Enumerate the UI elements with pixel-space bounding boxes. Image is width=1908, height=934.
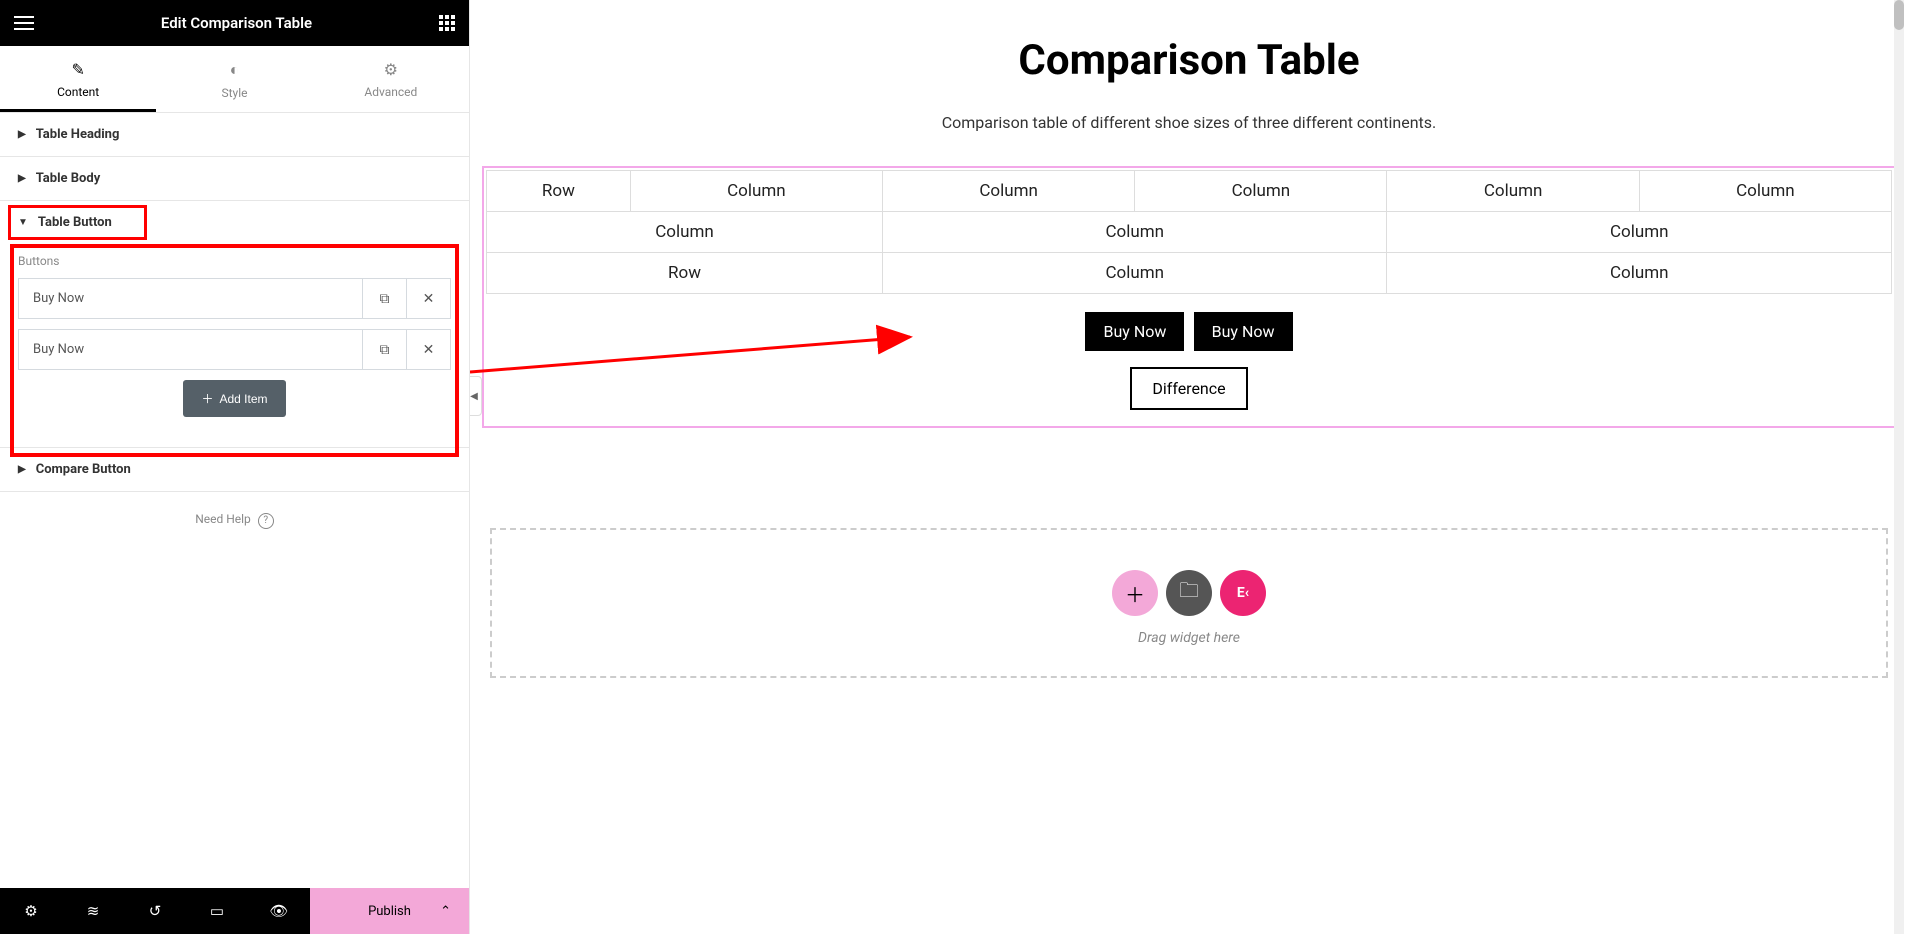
editor-canvas[interactable]: ◀ Comparison Table Comparison table of d… bbox=[470, 0, 1908, 934]
section-table-button-label: Table Button bbox=[38, 215, 112, 230]
tab-advanced[interactable]: ⚙ Advanced bbox=[313, 46, 469, 112]
collapse-sidebar-handle[interactable]: ◀ bbox=[470, 376, 482, 416]
plus-icon: ＋ bbox=[201, 390, 213, 407]
section-table-heading-label: Table Heading bbox=[36, 127, 120, 142]
scrollbar-thumb[interactable] bbox=[1894, 0, 1904, 30]
table-cell: Row bbox=[487, 171, 631, 212]
buy-button-row: Buy Now Buy Now bbox=[486, 294, 1892, 363]
caret-right-icon: ▶ bbox=[18, 464, 26, 475]
add-section-icon[interactable]: ＋ bbox=[1112, 570, 1158, 616]
responsive-icon[interactable]: ▭ bbox=[186, 902, 248, 920]
table-cell: Column bbox=[487, 212, 883, 253]
section-table-heading[interactable]: ▶ Table Heading bbox=[0, 113, 469, 156]
close-icon[interactable]: ✕ bbox=[406, 279, 450, 318]
drop-zone[interactable]: ＋ 🗀 E‹ Drag widget here bbox=[490, 528, 1888, 678]
difference-button[interactable]: Difference bbox=[1130, 367, 1247, 410]
table-cell: Column bbox=[1387, 171, 1639, 212]
sidebar-bottombar: ⚙ ≋ ↺ ▭ 👁 Publish ⌃ bbox=[0, 888, 469, 934]
table-cell: Column bbox=[883, 171, 1135, 212]
table-cell: Column bbox=[630, 171, 882, 212]
table-cell: Column bbox=[883, 253, 1387, 294]
buy-now-button[interactable]: Buy Now bbox=[1194, 312, 1293, 351]
section-table-button-body: Buttons Buy Now ⧉ ✕ Buy Now ⧉ ✕ ＋ Add It… bbox=[0, 244, 469, 447]
table-cell: Column bbox=[1639, 171, 1891, 212]
scrollbar[interactable] bbox=[1894, 0, 1904, 934]
caret-right-icon: ▶ bbox=[18, 173, 26, 184]
drop-zone-text: Drag widget here bbox=[492, 630, 1886, 646]
repeater-item-label: Buy Now bbox=[19, 279, 362, 318]
sidebar-title: Edit Comparison Table bbox=[34, 14, 439, 32]
widgets-grid-icon[interactable] bbox=[439, 15, 455, 31]
contrast-icon: ◐ bbox=[156, 60, 312, 80]
history-icon[interactable]: ↺ bbox=[124, 902, 186, 920]
publish-button[interactable]: Publish ⌃ bbox=[310, 888, 469, 934]
repeater-item[interactable]: Buy Now ⧉ ✕ bbox=[18, 329, 451, 370]
table-cell: Column bbox=[1387, 212, 1892, 253]
ek-kit-icon[interactable]: E‹ bbox=[1220, 570, 1266, 616]
help-icon: ? bbox=[258, 513, 274, 529]
chevron-up-icon: ⌃ bbox=[440, 904, 451, 919]
template-folder-icon[interactable]: 🗀 bbox=[1166, 570, 1212, 616]
section-table-button[interactable]: ▼ Table Button bbox=[0, 201, 469, 244]
panel-body: ▶ Table Heading ▶ Table Body ▼ Table But… bbox=[0, 113, 469, 888]
section-table-body[interactable]: ▶ Table Body bbox=[0, 157, 469, 200]
close-icon[interactable]: ✕ bbox=[406, 330, 450, 369]
table-row: Row Column Column bbox=[487, 253, 1892, 294]
table-row: Row Column Column Column Column Column bbox=[487, 171, 1892, 212]
panel-tabs: ✎ Content ◐ Style ⚙ Advanced bbox=[0, 46, 469, 113]
comparison-table: Row Column Column Column Column Column C… bbox=[486, 170, 1892, 294]
revisions-icon[interactable]: ≋ bbox=[62, 902, 124, 920]
repeater-item[interactable]: Buy Now ⧉ ✕ bbox=[18, 278, 451, 319]
duplicate-icon[interactable]: ⧉ bbox=[362, 279, 406, 318]
tab-advanced-label: Advanced bbox=[364, 85, 417, 99]
page-title: Comparison Table bbox=[470, 36, 1908, 85]
repeater-item-label: Buy Now bbox=[19, 330, 362, 369]
drop-zone-actions: ＋ 🗀 E‹ bbox=[492, 570, 1886, 616]
section-compare-button[interactable]: ▶ Compare Button bbox=[0, 448, 469, 491]
editor-sidebar: Edit Comparison Table ✎ Content ◐ Style … bbox=[0, 0, 470, 934]
section-compare-button-label: Compare Button bbox=[36, 462, 131, 477]
caret-down-icon: ▼ bbox=[18, 217, 28, 228]
tab-content[interactable]: ✎ Content bbox=[0, 46, 156, 112]
preview-icon[interactable]: 👁 bbox=[248, 902, 310, 920]
caret-right-icon: ▶ bbox=[18, 129, 26, 140]
table-row: Column Column Column bbox=[487, 212, 1892, 253]
need-help-label: Need Help bbox=[195, 512, 251, 526]
gear-icon: ⚙ bbox=[313, 60, 469, 79]
menu-icon[interactable] bbox=[14, 16, 34, 30]
need-help[interactable]: Need Help ? bbox=[0, 492, 469, 549]
add-item-button[interactable]: ＋ Add Item bbox=[183, 380, 285, 417]
page-subtitle: Comparison table of different shoe sizes… bbox=[470, 113, 1908, 132]
tab-style-label: Style bbox=[221, 86, 247, 100]
buttons-field-label: Buttons bbox=[18, 254, 451, 268]
tab-content-label: Content bbox=[57, 85, 99, 99]
difference-row: Difference bbox=[486, 363, 1892, 424]
tab-style[interactable]: ◐ Style bbox=[156, 46, 312, 112]
publish-label: Publish bbox=[368, 904, 411, 919]
buy-now-button[interactable]: Buy Now bbox=[1085, 312, 1184, 351]
table-cell: Column bbox=[1387, 253, 1892, 294]
pencil-icon: ✎ bbox=[0, 60, 156, 79]
comparison-table-widget[interactable]: Row Column Column Column Column Column C… bbox=[482, 166, 1896, 428]
add-item-label: Add Item bbox=[219, 392, 267, 406]
duplicate-icon[interactable]: ⧉ bbox=[362, 330, 406, 369]
table-cell: Column bbox=[883, 212, 1387, 253]
sidebar-topbar: Edit Comparison Table bbox=[0, 0, 469, 46]
section-table-body-label: Table Body bbox=[36, 171, 101, 186]
table-cell: Row bbox=[487, 253, 883, 294]
settings-icon[interactable]: ⚙ bbox=[0, 902, 62, 920]
table-cell: Column bbox=[1135, 171, 1387, 212]
